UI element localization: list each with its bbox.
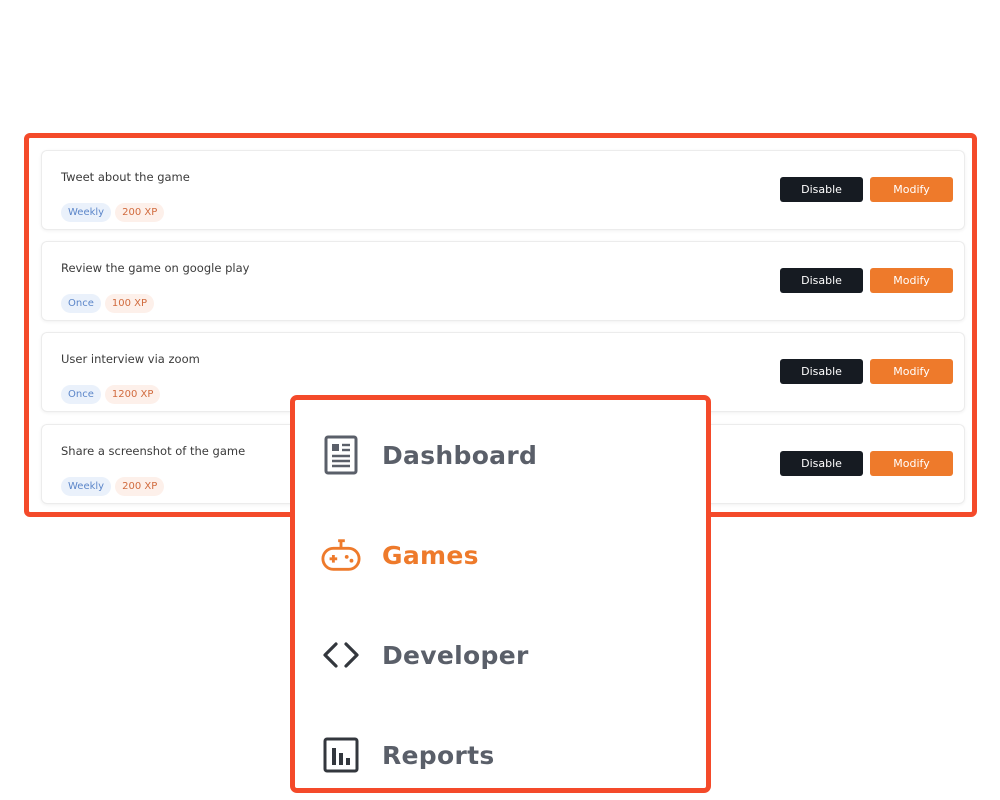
frequency-badge: Once <box>61 385 101 404</box>
quest-tags: Weekly 200 XP <box>61 477 165 496</box>
gamepad-icon <box>321 535 361 575</box>
nav-menu-panel: Dashboard Games Developer Reports <box>290 395 711 793</box>
bar-chart-icon <box>321 735 361 775</box>
xp-badge: 200 XP <box>115 203 165 222</box>
disable-button[interactable]: Disable <box>780 359 863 384</box>
dashboard-icon <box>321 435 361 475</box>
frequency-badge: Once <box>61 294 101 313</box>
quest-tags: Once 100 XP <box>61 294 155 313</box>
modify-button[interactable]: Modify <box>870 451 953 476</box>
quest-title: Review the game on google play <box>61 261 250 275</box>
nav-item-label: Games <box>382 540 479 570</box>
quest-actions: Disable Modify <box>780 451 953 476</box>
quest-title: User interview via zoom <box>61 352 200 366</box>
nav-item-developer[interactable]: Developer <box>321 630 529 680</box>
quest-row: Review the game on google play Once 100 … <box>41 241 965 321</box>
frequency-badge: Weekly <box>61 477 112 496</box>
nav-item-label: Dashboard <box>382 440 538 470</box>
frequency-badge: Weekly <box>61 203 112 222</box>
quest-title: Tweet about the game <box>61 170 190 184</box>
quest-tags: Once 1200 XP <box>61 385 161 404</box>
modify-button[interactable]: Modify <box>870 268 953 293</box>
modify-button[interactable]: Modify <box>870 359 953 384</box>
nav-item-dashboard[interactable]: Dashboard <box>321 430 537 480</box>
nav-item-label: Developer <box>382 640 529 670</box>
page: Tweet about the game Weekly 200 XP Disab… <box>0 0 1000 800</box>
xp-badge: 200 XP <box>115 477 165 496</box>
disable-button[interactable]: Disable <box>780 177 863 202</box>
quest-title: Share a screenshot of the game <box>61 444 246 458</box>
nav-item-games[interactable]: Games <box>321 530 479 580</box>
quest-row: Tweet about the game Weekly 200 XP Disab… <box>41 150 965 230</box>
quest-actions: Disable Modify <box>780 268 953 293</box>
quest-actions: Disable Modify <box>780 177 953 202</box>
xp-badge: 1200 XP <box>104 385 161 404</box>
disable-button[interactable]: Disable <box>780 268 863 293</box>
quest-tags: Weekly 200 XP <box>61 203 165 222</box>
code-icon <box>321 635 361 675</box>
nav-item-label: Reports <box>382 740 495 770</box>
modify-button[interactable]: Modify <box>870 177 953 202</box>
disable-button[interactable]: Disable <box>780 451 863 476</box>
nav-item-reports[interactable]: Reports <box>321 730 495 780</box>
xp-badge: 100 XP <box>104 294 155 313</box>
quest-actions: Disable Modify <box>780 359 953 384</box>
